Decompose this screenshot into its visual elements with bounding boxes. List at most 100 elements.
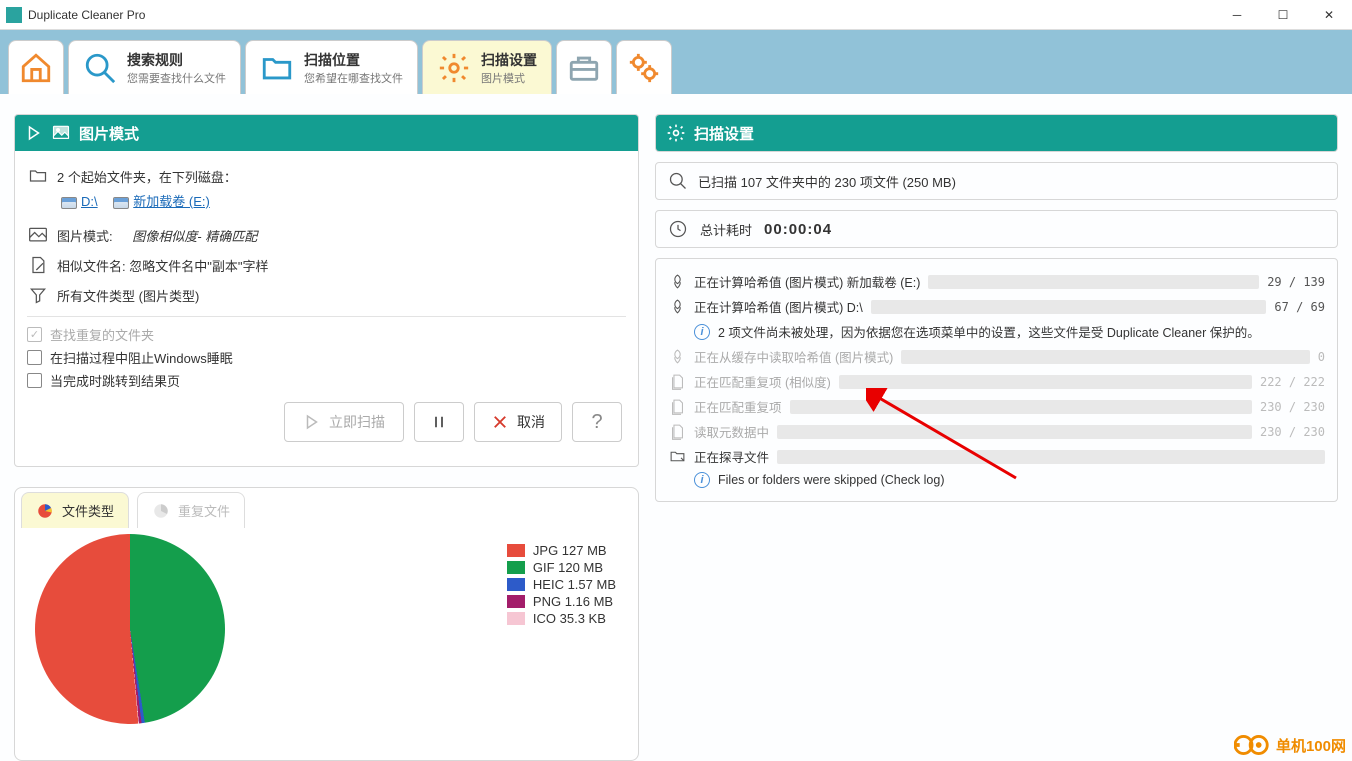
app-icon — [6, 7, 22, 23]
chart-tab-label: 重复文件 — [178, 501, 230, 520]
progress-bar — [839, 375, 1252, 389]
checkbox-icon — [27, 350, 42, 365]
legend-label: GIF 120 MB — [533, 560, 603, 575]
skip-note: i Files or folders were skipped (Check lo… — [668, 469, 1325, 491]
check-find-dup-folders: 查找重复的文件夹 — [27, 323, 626, 346]
legend-swatch — [507, 578, 525, 591]
legend-swatch — [507, 612, 525, 625]
pie-icon — [152, 502, 170, 520]
folders-summary-text: 2 个起始文件夹，在下列磁盘： — [57, 167, 237, 186]
tab-home[interactable] — [8, 40, 64, 94]
panel-header: 图片模式 — [15, 115, 638, 151]
button-label: 立即扫描 — [329, 412, 385, 432]
chart-tab-file-types[interactable]: 文件类型 — [21, 492, 129, 528]
progress-icon — [668, 348, 686, 366]
tab-search-rules[interactable]: 搜索规则 您需要查找什么文件 — [68, 40, 241, 94]
info-note: i2 项文件尚未被处理，因为依据您在选项菜单中的设置，这些文件是受 Duplic… — [668, 319, 1325, 344]
window-title: Duplicate Cleaner Pro — [28, 8, 1214, 22]
tab-scan-settings[interactable]: 扫描设置 图片模式 — [422, 40, 552, 94]
image-mode-panel: 图片模式 2 个起始文件夹，在下列磁盘： D:\ 新加载卷 (E:) 图片模式:… — [14, 114, 639, 467]
progress-icon — [668, 298, 686, 316]
magnifier-icon — [668, 171, 688, 191]
cancel-button[interactable]: 取消 — [474, 402, 562, 442]
panel-title: 图片模式 — [79, 123, 139, 144]
drive-links: D:\ 新加载卷 (E:) — [27, 191, 626, 210]
play-icon — [25, 124, 43, 142]
timer-label: 总计耗时 — [700, 220, 752, 239]
checkbox-icon — [27, 373, 42, 388]
pause-icon — [430, 413, 448, 431]
progress-row: 正在探寻文件 — [668, 444, 1325, 469]
maximize-button[interactable]: ☐ — [1260, 0, 1306, 30]
legend-label: ICO 35.3 KB — [533, 611, 606, 626]
home-icon — [19, 51, 53, 85]
content-area: 图片模式 2 个起始文件夹，在下列磁盘： D:\ 新加载卷 (E:) 图片模式:… — [0, 94, 1352, 761]
progress-count: 67 / 69 — [1274, 300, 1325, 314]
check-label: 查找重复的文件夹 — [50, 325, 154, 344]
tab-toolbox[interactable] — [556, 40, 612, 94]
file-types-row: 所有文件类型 (图片类型) — [27, 280, 626, 310]
scan-settings-panel: 扫描设置 — [655, 114, 1338, 152]
progress-count: 230 / 230 — [1260, 400, 1325, 414]
progress-count: 0 — [1318, 350, 1325, 364]
gear-icon — [437, 51, 471, 85]
check-jump-results[interactable]: 当完成时跳转到结果页 — [27, 369, 626, 392]
tab-options[interactable] — [616, 40, 672, 94]
similar-name-row: 相似文件名: 忽略文件名中"副本"字样 — [27, 250, 626, 280]
picture-icon — [27, 224, 49, 246]
briefcase-icon — [567, 51, 601, 85]
tab-sublabel: 您需要查找什么文件 — [127, 70, 226, 86]
progress-bar — [901, 350, 1309, 364]
tab-sublabel: 您希望在哪查找文件 — [304, 70, 403, 86]
tab-label: 扫描设置 — [481, 50, 537, 70]
drive-e-link[interactable]: 新加载卷 (E:) — [133, 194, 210, 209]
pause-button[interactable] — [414, 402, 464, 442]
help-button[interactable]: ? — [572, 402, 622, 442]
progress-icon — [668, 273, 686, 291]
progress-bar — [871, 300, 1267, 314]
check-label: 在扫描过程中阻止Windows睡眠 — [50, 348, 233, 367]
chart-panel: 文件类型 重复文件 JPG 127 MBGIF 120 MBHEIC 1.57 … — [14, 487, 639, 761]
close-button[interactable]: ✕ — [1306, 0, 1352, 30]
tab-scan-location[interactable]: 扫描位置 您希望在哪查找文件 — [245, 40, 418, 94]
main-toolbar: 搜索规则 您需要查找什么文件 扫描位置 您希望在哪查找文件 扫描设置 图片模式 — [0, 30, 1352, 94]
progress-bar — [777, 450, 1325, 464]
legend-label: PNG 1.16 MB — [533, 594, 613, 609]
image-mode-value: 图像相似度- 精确匹配 — [132, 226, 257, 245]
chart-tab-label: 文件类型 — [62, 501, 114, 520]
gear-icon — [666, 123, 686, 143]
scan-summary: 已扫描 107 文件夹中的 230 项文件 (250 MB) — [655, 162, 1338, 200]
progress-bar — [790, 400, 1252, 414]
info-icon: i — [694, 324, 710, 340]
watermark-text: 单机100网 — [1276, 735, 1346, 756]
question-icon: ? — [591, 411, 602, 434]
progress-icon — [668, 423, 686, 441]
panel-title: 扫描设置 — [694, 123, 754, 144]
progress-icon — [668, 448, 686, 466]
progress-label: 正在匹配重复项 — [694, 397, 782, 416]
progress-count: 230 / 230 — [1260, 425, 1325, 439]
progress-row: 正在计算哈希值 (图片模式) 新加载卷 (E:)29 / 139 — [668, 269, 1325, 294]
drive-d-link[interactable]: D:\ — [81, 194, 98, 209]
info-text: Files or folders were skipped (Check log… — [718, 473, 944, 487]
scan-summary-text: 已扫描 107 文件夹中的 230 项文件 (250 MB) — [698, 172, 956, 191]
image-mode-label: 图片模式: — [57, 226, 113, 245]
progress-label: 正在计算哈希值 (图片模式) D:\ — [694, 297, 863, 316]
progress-icon — [668, 373, 686, 391]
document-edit-icon — [27, 254, 49, 276]
check-prevent-sleep[interactable]: 在扫描过程中阻止Windows睡眠 — [27, 346, 626, 369]
watermark: 单机100网 — [1234, 731, 1346, 759]
panel-header: 扫描设置 — [656, 115, 1337, 151]
window-titlebar: Duplicate Cleaner Pro ─ ☐ ✕ — [0, 0, 1352, 30]
chart-tab-duplicates[interactable]: 重复文件 — [137, 492, 245, 528]
play-icon — [303, 413, 321, 431]
info-icon: i — [694, 472, 710, 488]
minimize-button[interactable]: ─ — [1214, 0, 1260, 30]
legend-item: HEIC 1.57 MB — [507, 576, 616, 593]
progress-count: 222 / 222 — [1260, 375, 1325, 389]
progress-row: 读取元数据中230 / 230 — [668, 419, 1325, 444]
scan-now-button[interactable]: 立即扫描 — [284, 402, 404, 442]
pie-icon — [36, 502, 54, 520]
folders-summary-row: 2 个起始文件夹，在下列磁盘： — [27, 161, 626, 191]
watermark-icon — [1234, 731, 1272, 759]
